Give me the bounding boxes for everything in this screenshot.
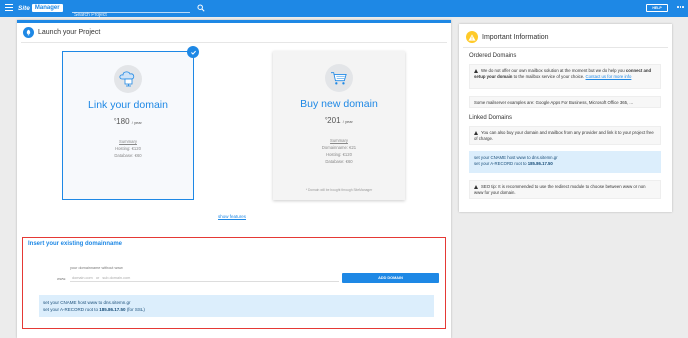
contact-us-link[interactable]: Contact us for more info	[586, 74, 632, 79]
logo-name: Manager	[31, 4, 63, 12]
dns-info-box: set your CNAME host www to dns.sitemn.gr…	[39, 295, 434, 317]
card-price: €180 / year	[63, 117, 193, 126]
alert-icon	[474, 69, 478, 73]
summary-line: Hosting: €120	[326, 152, 352, 157]
warning-icon	[466, 31, 478, 43]
sitemanager-logo[interactable]: Site Manager	[18, 3, 63, 13]
alert-icon	[474, 185, 478, 189]
summary-line: Database: €60	[325, 159, 353, 164]
price-value: 180	[116, 117, 130, 126]
ordered-domains-heading: Ordered Domains	[469, 53, 517, 59]
cname-instruction: set your CNAME host www to dns.sitemn.gr	[43, 300, 131, 305]
card-price: €201 / year	[273, 116, 405, 125]
summary-link[interactable]: Summary	[63, 139, 193, 144]
divider	[21, 42, 447, 43]
page-title: Launch your Project	[38, 29, 101, 36]
top-navigation-bar: Site Manager HELP	[0, 0, 688, 19]
check-icon	[187, 46, 199, 58]
alert-icon	[474, 131, 478, 135]
a-record-instruction: set your A-RECORD root to 185.86.17.50 (…	[43, 307, 145, 312]
domain-field-label: your domainname without www	[70, 266, 123, 270]
card-title: Link your domain	[88, 99, 168, 111]
linked-domains-warning: You can also buy your domain and mailbox…	[469, 126, 661, 145]
linked-dns-info: set your CNAME host www to dns.sitemn.gr…	[469, 151, 661, 173]
show-features-link[interactable]: show features	[218, 214, 246, 219]
panel-accent-bar	[17, 20, 451, 23]
hamburger-menu-icon[interactable]	[5, 4, 13, 12]
price-value: 201	[327, 116, 341, 125]
summary-line: Hosting: €120	[115, 146, 141, 151]
ip-address: 185.86.17.50	[527, 161, 553, 166]
more-options-icon[interactable]	[677, 6, 685, 9]
section-title: Insert your existing domainname	[28, 241, 123, 247]
seo-tip: SEO tip: It is recommended to use the re…	[469, 180, 661, 199]
link-domain-icon	[114, 65, 142, 93]
ip-address: 185.86.17.50	[99, 307, 126, 312]
rocket-icon	[23, 27, 34, 38]
side-title: Important Information	[482, 33, 549, 41]
card-footnote: * Domain will be bought through SiteMana…	[305, 188, 373, 192]
launch-header: Launch your Project	[23, 27, 100, 38]
side-header: Important Information	[466, 31, 549, 43]
price-period: / year	[342, 119, 353, 124]
www-prefix: www.	[57, 277, 67, 281]
search-icon[interactable]	[197, 4, 205, 12]
search-field-wrapper	[72, 3, 190, 19]
divider	[463, 47, 668, 48]
price-period: / year	[131, 120, 142, 125]
buy-domain-card[interactable]: Buy new domain €201 / year Summary Domai…	[273, 51, 405, 200]
card-title: Buy new domain	[300, 98, 378, 110]
shopping-cart-icon	[325, 64, 353, 92]
a-record-instruction: set your A-RECORD root to 185.86.17.50	[474, 161, 553, 166]
summary-line: Database: €60	[114, 153, 142, 158]
logo-prefix: Site	[18, 4, 30, 12]
add-domain-button[interactable]: ADD DOMAIN	[342, 273, 439, 283]
domain-input[interactable]	[70, 274, 339, 282]
summary-link[interactable]: Summary	[273, 138, 405, 143]
ordered-domains-warning: We do not offer our own mailbox solution…	[469, 64, 661, 89]
link-domain-card[interactable]: Link your domain €180 / year Summary Hos…	[62, 46, 199, 200]
launch-project-panel: Launch your Project Link your domain €18…	[17, 20, 451, 338]
linked-domains-heading: Linked Domains	[469, 115, 513, 121]
important-information-panel: Important Information Ordered Domains We…	[459, 24, 672, 212]
mailserver-examples: Some mailserver examples are: Google App…	[469, 96, 661, 108]
help-button[interactable]: HELP	[646, 4, 668, 12]
search-input[interactable]	[72, 11, 190, 19]
insert-domain-section: Insert your existing domainname your dom…	[22, 237, 446, 329]
summary-line: Domainname: €21	[321, 145, 357, 150]
